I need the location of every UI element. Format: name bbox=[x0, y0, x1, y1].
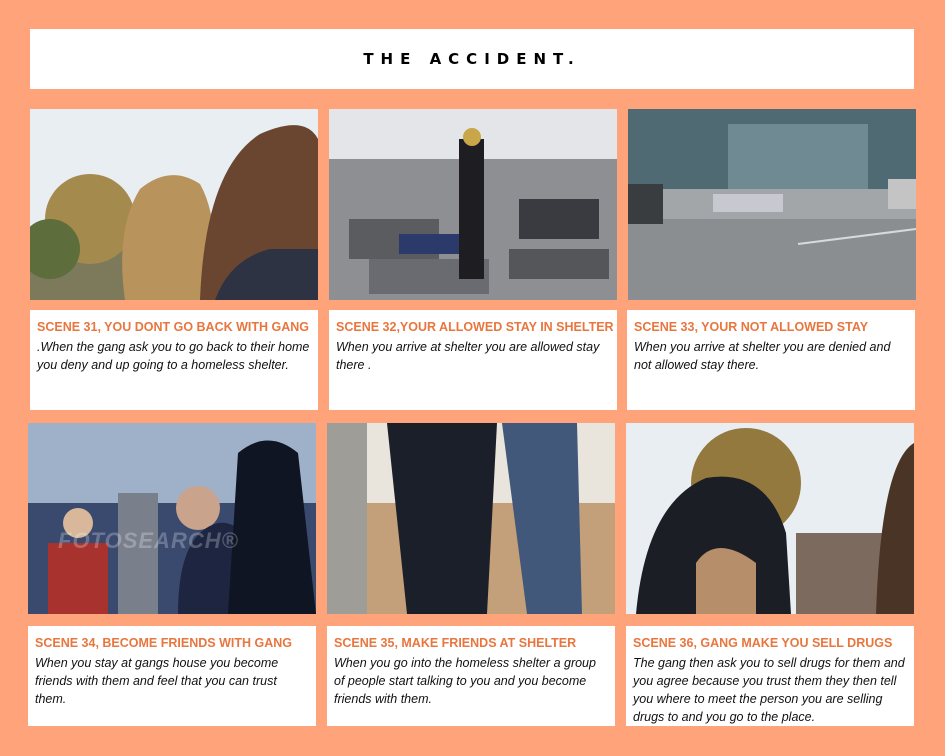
scene-35-heading: SCENE 35, MAKE FRIENDS AT SHELTER bbox=[334, 636, 577, 650]
scene-34-photo: FOTOSEARCH® bbox=[28, 423, 316, 614]
scene-31-photo bbox=[30, 109, 318, 300]
scene-36-heading: SCENE 36, GANG MAKE YOU SELL DRUGS bbox=[633, 636, 893, 650]
scene-36-text: The gang then ask you to sell drugs for … bbox=[633, 656, 905, 724]
scene-36-card: SCENE 36, GANG MAKE YOU SELL DRUGS The g… bbox=[626, 626, 914, 726]
fotosearch-watermark: FOTOSEARCH® bbox=[58, 528, 239, 553]
page-title: THE ACCIDENT. bbox=[363, 50, 581, 68]
scene-35-card: SCENE 35, MAKE FRIENDS AT SHELTER When y… bbox=[327, 626, 615, 726]
scene-33-card: SCENE 33, YOUR NOT ALLOWED STAY When you… bbox=[627, 310, 915, 410]
scene-33-photo bbox=[628, 109, 916, 300]
scene-36-photo bbox=[626, 423, 914, 614]
scene-32-card: SCENE 32,YOUR ALLOWED STAY IN SHELTER Wh… bbox=[329, 310, 617, 410]
scene-32-text: When you arrive at shelter you are allow… bbox=[336, 340, 600, 372]
scene-35-text: When you go into the homeless shelter a … bbox=[334, 656, 596, 706]
scene-31-heading: SCENE 31, YOU DONT GO BACK WITH GANG bbox=[37, 320, 310, 334]
scene-35-photo bbox=[327, 423, 615, 614]
scene-32-photo bbox=[329, 109, 617, 300]
scene-34-card: SCENE 34, BECOME FRIENDS WITH GANG When … bbox=[28, 626, 316, 726]
scene-34-heading: SCENE 34, BECOME FRIENDS WITH GANG bbox=[35, 636, 292, 650]
scene-33-text: When you arrive at shelter you are denie… bbox=[634, 340, 891, 372]
scene-34-text: When you stay at gangs house you become … bbox=[35, 656, 279, 706]
scene-33-heading: SCENE 33, YOUR NOT ALLOWED STAY bbox=[634, 320, 869, 334]
title-banner: THE ACCIDENT. bbox=[30, 29, 914, 89]
scene-31-card: SCENE 31, YOU DONT GO BACK WITH GANG .Wh… bbox=[30, 310, 318, 410]
scene-31-text: .When the gang ask you to go back to the… bbox=[37, 340, 310, 372]
scene-32-heading: SCENE 32,YOUR ALLOWED STAY IN SHELTER bbox=[336, 320, 614, 334]
